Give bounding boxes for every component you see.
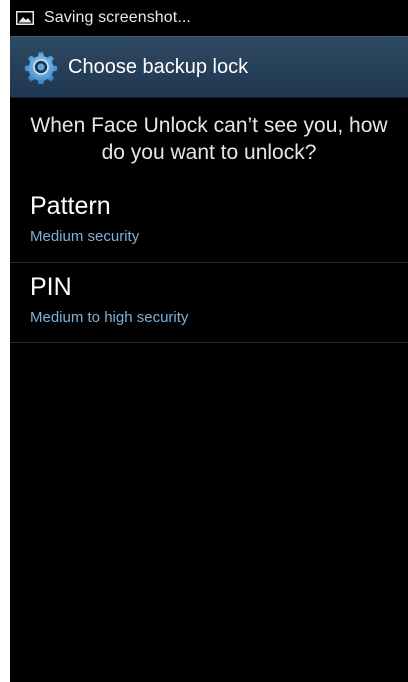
status-notification-text: Saving screenshot... (44, 9, 191, 26)
option-title: PIN (30, 273, 72, 301)
prompt-line-2: do you want to unlock? (101, 141, 317, 164)
action-bar: Choose backup lock (10, 36, 408, 98)
option-title: Pattern (30, 192, 111, 220)
gear-icon[interactable] (24, 50, 58, 86)
status-bar: Saving screenshot... (10, 0, 408, 36)
prompt-text: When Face Unlock can’t see you, how do y… (10, 112, 408, 166)
option-pattern[interactable]: Pattern Medium security (10, 191, 408, 263)
option-pin[interactable]: PIN Medium to high security (10, 272, 408, 343)
option-subtitle: Medium to high security (30, 309, 189, 326)
prompt-line-1: When Face Unlock can’t see you, how (30, 114, 388, 137)
image-icon (16, 11, 34, 25)
screen: Saving screenshot... Choose backup lock … (10, 0, 408, 682)
option-subtitle: Medium security (30, 228, 140, 245)
page-title: Choose backup lock (68, 55, 249, 78)
